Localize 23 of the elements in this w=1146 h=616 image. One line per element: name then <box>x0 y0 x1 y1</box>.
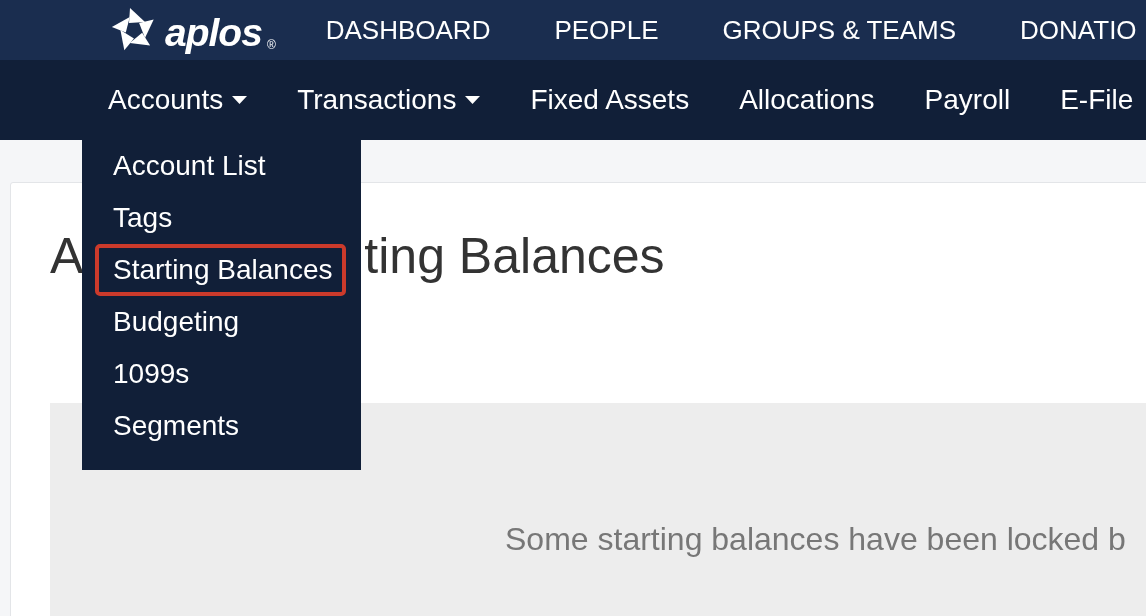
nav-tab[interactable]: Fixed Assets <box>530 83 690 117</box>
brand-name: aplos <box>165 13 262 53</box>
nav-link[interactable]: DONATIO <box>1020 14 1137 46</box>
nav-link[interactable]: GROUPS & TEAMS <box>722 14 957 46</box>
menu-item[interactable]: 1099s <box>95 348 204 400</box>
nav-tab[interactable]: E-File <box>1060 83 1134 117</box>
menu-item[interactable]: Budgeting <box>95 296 254 348</box>
page-title: ting Balances <box>364 227 665 285</box>
menu-item[interactable]: Segments <box>95 400 254 452</box>
nav-link[interactable]: PEOPLE <box>554 14 659 46</box>
caret-icon <box>465 96 481 104</box>
page-title: A <box>50 227 84 285</box>
nav-tab[interactable]: Accounts <box>108 83 248 117</box>
menu-item[interactable]: Starting Balances <box>95 244 347 296</box>
registered-mark: ® <box>266 39 276 51</box>
nav-tab[interactable]: Transactions <box>297 83 481 117</box>
nav-tab[interactable]: Payroll <box>924 83 1011 117</box>
caret-icon <box>232 96 248 104</box>
notice-text: Some starting balances have been locked b <box>505 521 1126 557</box>
nav-tab[interactable]: Allocations <box>739 83 875 117</box>
menu-item[interactable]: Tags <box>95 192 187 244</box>
nav-link[interactable]: DASHBOARD <box>325 14 491 46</box>
menu-item[interactable]: Account List <box>95 140 280 192</box>
